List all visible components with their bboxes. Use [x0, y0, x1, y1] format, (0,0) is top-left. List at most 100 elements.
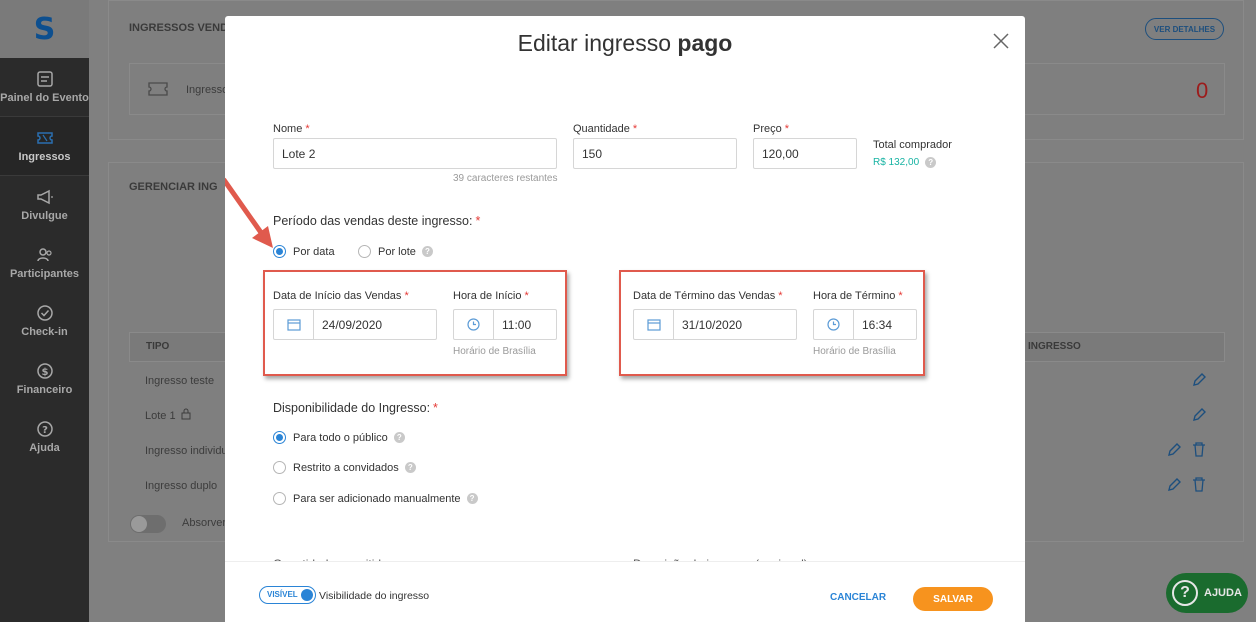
radio-label: Restrito a convidados: [293, 461, 399, 474]
end-time-label: Hora de Término *: [813, 290, 903, 302]
end-date-input[interactable]: 31/10/2020: [633, 309, 797, 340]
sidebar-item-checkin[interactable]: Check-in: [0, 292, 89, 350]
view-details-button[interactable]: VER DETALHES: [1145, 18, 1224, 40]
quantity-label: Quantidade *: [573, 123, 638, 135]
total-buyer-value: R$ 132,00?: [873, 157, 937, 168]
date-value: 24/09/2020: [322, 317, 383, 332]
trash-icon[interactable]: [1191, 441, 1207, 458]
name-label: Nome *: [273, 123, 310, 135]
sidebar-item-label: Financeiro: [16, 384, 73, 396]
calendar-icon: [274, 310, 314, 339]
radio-dot: [273, 431, 286, 444]
start-timezone-hint: Horário de Brasília: [453, 346, 536, 357]
sidebar-item-ajuda[interactable]: ? Ajuda: [0, 408, 89, 466]
time-value: 11:00: [502, 317, 532, 332]
period-title: Período das vendas deste ingresso: *: [273, 214, 481, 228]
quantity-input[interactable]: 150: [573, 138, 737, 169]
save-button[interactable]: SALVAR: [913, 587, 993, 611]
clock-icon: [454, 310, 494, 339]
dollar-circle-icon: $: [36, 363, 53, 379]
sidebar-item-label: Divulgue: [21, 210, 68, 222]
radio-label: Por lote: [378, 245, 416, 258]
col-ingresso: INGRESSO: [1028, 341, 1081, 352]
end-date-label: Data de Término das Vendas *: [633, 290, 783, 302]
sidebar-item-financeiro[interactable]: $ Financeiro: [0, 350, 89, 408]
sidebar-item-label: Participantes: [9, 268, 80, 280]
sidebar-item-participantes[interactable]: Participantes: [0, 234, 89, 292]
end-time-input[interactable]: 16:34: [813, 309, 917, 340]
info-icon[interactable]: ?: [404, 462, 416, 473]
radio-manual[interactable]: Para ser adicionado manualmente?: [273, 492, 478, 505]
table-row[interactable]: Ingresso teste: [145, 375, 214, 387]
ticket-icon: [148, 82, 168, 96]
logo-glyph: S: [33, 11, 56, 47]
help-chat-button[interactable]: ? AJUDA: [1166, 573, 1248, 613]
document-icon: [36, 71, 53, 87]
modal-title: Editar ingresso pago: [225, 30, 1025, 57]
time-value: 16:34: [862, 317, 893, 332]
start-time-label: Hora de Início *: [453, 290, 529, 302]
sidebar: S Painel do Evento Ingressos Divulgue Pa…: [0, 0, 89, 622]
check-circle-icon: [36, 305, 53, 321]
radio-label: Para todo o público: [293, 431, 388, 444]
table-row[interactable]: Ingresso individu: [145, 445, 228, 457]
calendar-icon: [634, 310, 674, 339]
date-value: 31/10/2020: [682, 317, 743, 332]
radio-dot: [273, 492, 286, 505]
sidebar-item-label: Painel do Evento: [0, 92, 89, 104]
pencil-icon[interactable]: [1166, 442, 1182, 458]
lock-icon: [181, 408, 191, 420]
ticket-icon: [36, 132, 53, 144]
sidebar-item-ingressos[interactable]: Ingressos: [0, 117, 89, 175]
radio-by-date[interactable]: Por data: [273, 245, 335, 258]
radio-dot: [358, 245, 371, 258]
clock-icon: [814, 310, 854, 339]
start-date-input[interactable]: 24/09/2020: [273, 309, 437, 340]
edit-ticket-modal: Editar ingresso pago Nome * Lote 2 39 car…: [225, 16, 1025, 622]
name-input[interactable]: Lote 2: [273, 138, 557, 169]
table-row[interactable]: Lote 1: [145, 410, 176, 422]
sidebar-item-painel[interactable]: Painel do Evento: [0, 58, 89, 116]
radio-label: Por data: [293, 245, 335, 258]
manage-section-title: GERENCIAR ING: [129, 181, 218, 193]
trash-icon[interactable]: [1191, 476, 1207, 493]
radio-label: Para ser adicionado manualmente: [293, 492, 461, 505]
info-icon[interactable]: ?: [421, 246, 433, 257]
pencil-icon[interactable]: [1191, 407, 1207, 423]
sidebar-item-label: Check-in: [21, 326, 68, 338]
svg-text:?: ?: [42, 425, 48, 436]
toggle-text: VISÍVEL: [267, 590, 298, 599]
pencil-icon[interactable]: [1166, 477, 1182, 493]
close-icon[interactable]: [990, 30, 1012, 52]
visibility-label: Visibilidade do ingresso: [319, 590, 430, 602]
sidebar-item-label: Ingressos: [18, 151, 71, 163]
radio-invited[interactable]: Restrito a convidados?: [273, 461, 416, 474]
absorb-fee-toggle[interactable]: [130, 515, 166, 533]
title-bold: pago: [677, 30, 733, 56]
name-hint: 39 caracteres restantes: [453, 173, 558, 184]
info-icon[interactable]: ?: [925, 157, 937, 168]
cancel-button[interactable]: CANCELAR: [830, 592, 886, 603]
start-time-input[interactable]: 11:00: [453, 309, 557, 340]
price-input[interactable]: 120,00: [753, 138, 857, 169]
sidebar-item-divulgue[interactable]: Divulgue: [0, 176, 89, 234]
question-icon: ?: [1172, 580, 1198, 606]
people-icon: [36, 248, 52, 262]
absorb-fee-label: Absorver: [182, 517, 227, 529]
info-icon[interactable]: ?: [393, 432, 405, 443]
pencil-icon[interactable]: [1191, 372, 1207, 388]
sales-section-title: INGRESSOS VENDI: [129, 22, 232, 34]
info-icon[interactable]: ?: [466, 493, 478, 504]
help-label: AJUDA: [1204, 587, 1242, 599]
table-row[interactable]: Ingresso duplo: [145, 480, 217, 492]
radio-dot: [273, 461, 286, 474]
tickets-count: 0: [1196, 78, 1209, 103]
visibility-toggle[interactable]: VISÍVEL: [259, 586, 316, 604]
radio-by-lot[interactable]: Por lote?: [358, 245, 433, 258]
tickets-label: Ingresso: [186, 84, 229, 96]
megaphone-icon: [36, 189, 53, 205]
annotation-arrow-icon: [225, 177, 273, 248]
app-logo[interactable]: S: [0, 0, 89, 58]
radio-public[interactable]: Para todo o público?: [273, 431, 405, 444]
total-buyer-label: Total comprador: [873, 139, 952, 151]
